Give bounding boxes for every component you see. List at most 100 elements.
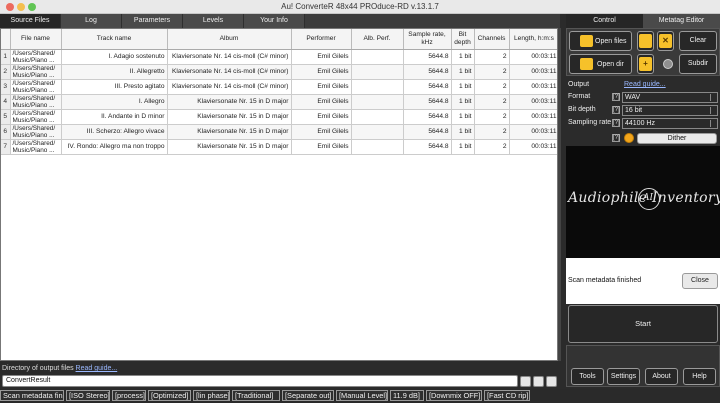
format-value: WAV <box>625 94 641 101</box>
right-tab-bar: Control Metatag Editor <box>566 14 720 28</box>
status-bar: Scan metadata finish [ISO Stereo] [proce… <box>0 389 720 403</box>
output-dir-input[interactable]: ConvertResult <box>2 375 518 387</box>
track-name-cell: I. Adagio sostenuto <box>61 49 168 65</box>
settings-button[interactable]: Settings <box>607 368 640 385</box>
column-header-length[interactable]: Length, h:m:s <box>509 29 557 50</box>
output-dir-guide-link[interactable]: Read guide... <box>76 365 118 372</box>
album-cell: Klaviersonate Nr. 14 cis-moll (C# minor) <box>167 79 292 95</box>
tab-parameters[interactable]: Parameters <box>122 14 183 28</box>
column-header-index <box>1 29 11 50</box>
bit-depth-help-icon[interactable]: [?] <box>612 106 620 114</box>
open-dir-button[interactable]: Open dir <box>569 54 632 74</box>
channels-cell: 2 <box>474 124 510 140</box>
track-name-cell: II. Andante in D minor <box>61 109 168 125</box>
length-cell: 00:03:11 <box>509 49 557 65</box>
help-button[interactable]: Help <box>683 368 716 385</box>
tab-log[interactable]: Log <box>61 14 122 28</box>
subdir-button[interactable]: Subdir <box>679 54 717 74</box>
status-separate-out: [Separate out] <box>282 390 334 401</box>
length-cell: 00:03:11 <box>509 109 557 125</box>
tools-button[interactable]: Tools <box>571 368 604 385</box>
tab-control[interactable]: Control <box>566 14 643 28</box>
output-dir-clear-button[interactable] <box>520 376 531 387</box>
source-files-table[interactable]: File name Track name Album Performer Alb… <box>0 28 558 361</box>
bit-depth-label: Bit depth <box>568 106 596 113</box>
album-performer-cell <box>351 94 404 110</box>
channels-cell: 2 <box>474 49 510 65</box>
column-header-bit-depth[interactable]: Bit depth <box>451 29 475 50</box>
output-dir-browse-button[interactable] <box>533 376 544 387</box>
output-dir-open-button[interactable] <box>546 376 557 387</box>
sample-rate-cell: 5644.8 <box>403 124 452 140</box>
tab-levels[interactable]: Levels <box>183 14 244 28</box>
table-header-row: File name Track name Album Performer Alb… <box>1 29 557 50</box>
remove-files-button[interactable]: ✕ <box>657 31 674 51</box>
open-dir-label: Open dir <box>597 61 624 68</box>
sampling-rate-value: 44100 Hz <box>625 120 655 127</box>
table-row[interactable]: 2/Users/Shared/ Music/Piano ... II. Alleg… <box>1 64 557 80</box>
format-help-icon[interactable]: [?] <box>612 93 620 101</box>
column-header-album[interactable]: Album <box>167 29 292 50</box>
album-performer-cell <box>351 109 404 125</box>
logo-text: Audiophile Inventory <box>568 190 720 206</box>
file-name-cell: /Users/Shared/ Music/Piano ... <box>10 64 62 80</box>
table-row[interactable]: 4/Users/Shared/ Music/Piano ... I. Allegr… <box>1 94 557 110</box>
table-row[interactable]: 1/Users/Shared/ Music/Piano ... I. Adagio… <box>1 49 557 65</box>
row-index: 5 <box>1 109 11 125</box>
column-header-file-name[interactable]: File name <box>10 29 62 50</box>
message-close-button[interactable]: Close <box>682 273 718 289</box>
row-index: 3 <box>1 79 11 95</box>
status-traditional: [Traditional] <box>232 390 280 401</box>
title-bar: Au! ConverteR 48x44 PROduce-RD v.13.1.7 <box>0 0 720 14</box>
status-level-db: 11.9 dB] <box>390 390 424 401</box>
start-button[interactable]: Start <box>568 305 718 343</box>
table-row[interactable]: 3/Users/Shared/ Music/Piano ... III. Pres… <box>1 79 557 95</box>
clear-button[interactable]: Clear <box>679 31 717 51</box>
track-name-cell: IV. Rondo: Allegro ma non troppo <box>61 139 168 155</box>
album-cell: Klaviersonate Nr. 14 cis-moll (C# minor) <box>167 64 292 80</box>
table-row[interactable]: 5/Users/Shared/ Music/Piano ... II. Andan… <box>1 109 557 125</box>
format-select[interactable]: WAV <box>622 92 718 103</box>
folder-icon <box>580 58 593 70</box>
tab-metatag-editor[interactable]: Metatag Editor <box>643 14 720 28</box>
album-cell: Klaviersonate Nr. 15 in D major <box>167 124 292 140</box>
bit-depth-cell: 1 bit <box>451 94 475 110</box>
table-row[interactable]: 6/Users/Shared/ Music/Piano ... III. Sche… <box>1 124 557 140</box>
dither-button[interactable]: Dither <box>637 133 717 144</box>
open-files-button[interactable]: Open files <box>569 31 632 51</box>
performer-cell: Emil Gilels <box>291 94 352 110</box>
album-performer-cell <box>351 64 404 80</box>
channels-cell: 2 <box>474 94 510 110</box>
channels-cell: 2 <box>474 139 510 155</box>
bit-depth-select[interactable]: 16 bit <box>622 105 718 116</box>
tab-your-info[interactable]: Your Info <box>244 14 305 28</box>
status-lin-phase: [lin phase] <box>193 390 230 401</box>
file-name-cell: /Users/Shared/ Music/Piano ... <box>10 109 62 125</box>
about-button[interactable]: About <box>645 368 678 385</box>
output-guide-link[interactable]: Read guide... <box>624 81 666 88</box>
column-header-channels[interactable]: Channels <box>474 29 510 50</box>
column-header-album-performer[interactable]: Alb. Perf. <box>351 29 404 50</box>
sampling-rate-select[interactable]: 44100 Hz <box>622 118 718 129</box>
track-name-cell: I. Allegro <box>61 94 168 110</box>
performer-cell: Emil Gilels <box>291 64 352 80</box>
sample-rate-cell: 5644.8 <box>403 64 452 80</box>
dither-help-icon[interactable]: [?] <box>612 134 620 142</box>
length-cell: 00:03:11 <box>509 79 557 95</box>
dither-indicator-icon[interactable] <box>624 133 634 143</box>
album-performer-cell <box>351 49 404 65</box>
tab-source-files[interactable]: Source Files <box>0 14 61 28</box>
add-files-button[interactable] <box>637 31 654 51</box>
row-index: 1 <box>1 49 11 65</box>
subdir-toggle-icon[interactable] <box>663 59 673 69</box>
column-header-performer[interactable]: Performer <box>291 29 352 50</box>
table-scrollbar[interactable] <box>558 28 561 361</box>
performer-cell: Emil Gilels <box>291 139 352 155</box>
bit-depth-row: Bit depth [?] 16 bit <box>568 105 718 116</box>
performer-cell: Emil Gilels <box>291 49 352 65</box>
sampling-rate-help-icon[interactable]: [?] <box>612 119 620 127</box>
table-row[interactable]: 7/Users/Shared/ Music/Piano ... IV. Rondo… <box>1 139 557 155</box>
column-header-sample-rate[interactable]: Sample rate, kHz <box>403 29 452 50</box>
add-folder-button[interactable]: + <box>637 54 654 74</box>
column-header-track-name[interactable]: Track name <box>61 29 168 50</box>
